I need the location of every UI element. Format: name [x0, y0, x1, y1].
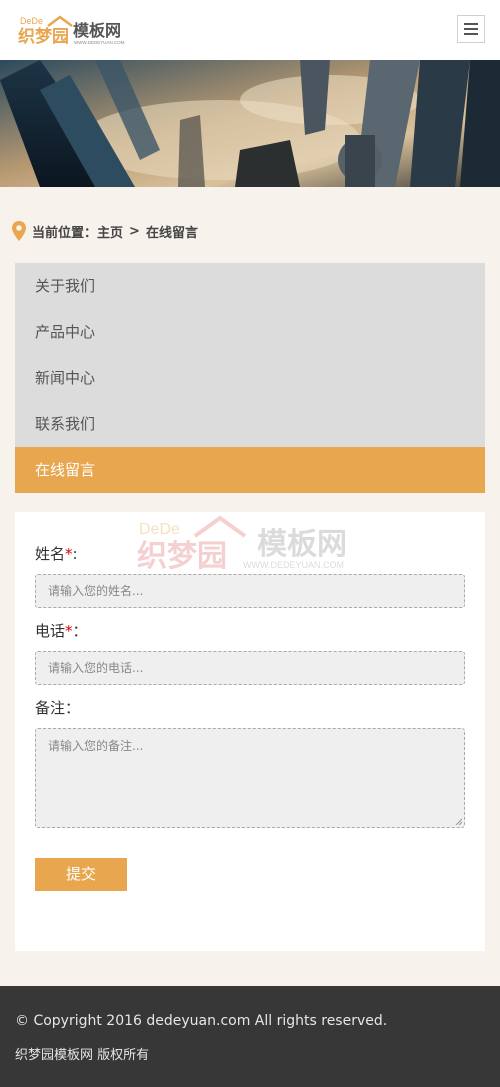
message-form: 姓名*: 请输入您的姓名... 电话*： 请输入您的电话... 备注： 请输入您… — [35, 542, 465, 891]
category-nav: 关于我们 产品中心 新闻中心 联系我们 在线留言 — [15, 263, 485, 493]
message-form-card: DeDe 织梦园 模板网 WWW.DEDEYUAN.COM 姓名*: 请输入您的… — [15, 512, 485, 951]
phone-label: 电话*： — [35, 622, 88, 640]
name-label: 姓名*: — [35, 545, 78, 563]
name-input[interactable]: 请输入您的姓名... — [35, 574, 465, 608]
breadcrumb: 当前位置： 主页 > 在线留言 — [12, 220, 198, 242]
nav-item-message[interactable]: 在线留言 — [15, 447, 485, 493]
site-header: DeDe 织梦园 模板网 WWW.DEDEYUAN.COM — [0, 0, 500, 60]
city-skyline-image — [0, 60, 500, 187]
nav-item-news[interactable]: 新闻中心 — [15, 355, 485, 401]
note-textarea[interactable]: 请输入您的备注... — [35, 728, 465, 828]
menu-toggle-button[interactable] — [457, 15, 485, 43]
svg-text:DeDe: DeDe — [139, 521, 180, 538]
svg-text:模板网: 模板网 — [73, 21, 121, 40]
required-mark: * — [65, 622, 73, 640]
nav-item-contact[interactable]: 联系我们 — [15, 401, 485, 447]
svg-text:DeDe: DeDe — [20, 16, 43, 26]
rights-text: 织梦园模板网 版权所有 — [15, 1048, 150, 1063]
nav-item-about[interactable]: 关于我们 — [15, 263, 485, 309]
note-placeholder: 请输入您的备注... — [48, 739, 144, 753]
breadcrumb-prefix: 当前位置： — [32, 225, 98, 241]
location-pin-icon — [12, 221, 26, 241]
breadcrumb-current: 在线留言 — [145, 225, 198, 241]
copyright-text: © Copyright 2016 dedeyuan.com All rights… — [15, 1013, 388, 1029]
breadcrumb-home-link[interactable]: 主页 — [97, 222, 123, 241]
resize-grip-icon[interactable] — [454, 817, 462, 825]
svg-text:织梦园: 织梦园 — [18, 26, 69, 47]
nav-item-products[interactable]: 产品中心 — [15, 309, 485, 355]
site-footer: © Copyright 2016 dedeyuan.com All rights… — [0, 986, 500, 1087]
hamburger-icon — [464, 23, 478, 35]
phone-input[interactable]: 请输入您的电话... — [35, 651, 465, 685]
svg-text:WWW.DEDEYUAN.COM: WWW.DEDEYUAN.COM — [74, 40, 125, 45]
breadcrumb-separator: > — [129, 223, 140, 239]
site-logo[interactable]: DeDe 织梦园 模板网 WWW.DEDEYUAN.COM — [18, 14, 128, 48]
note-label: 备注： — [35, 699, 81, 717]
submit-button[interactable]: 提交 — [35, 858, 127, 891]
required-mark: * — [65, 545, 73, 563]
hero-banner — [0, 60, 500, 187]
